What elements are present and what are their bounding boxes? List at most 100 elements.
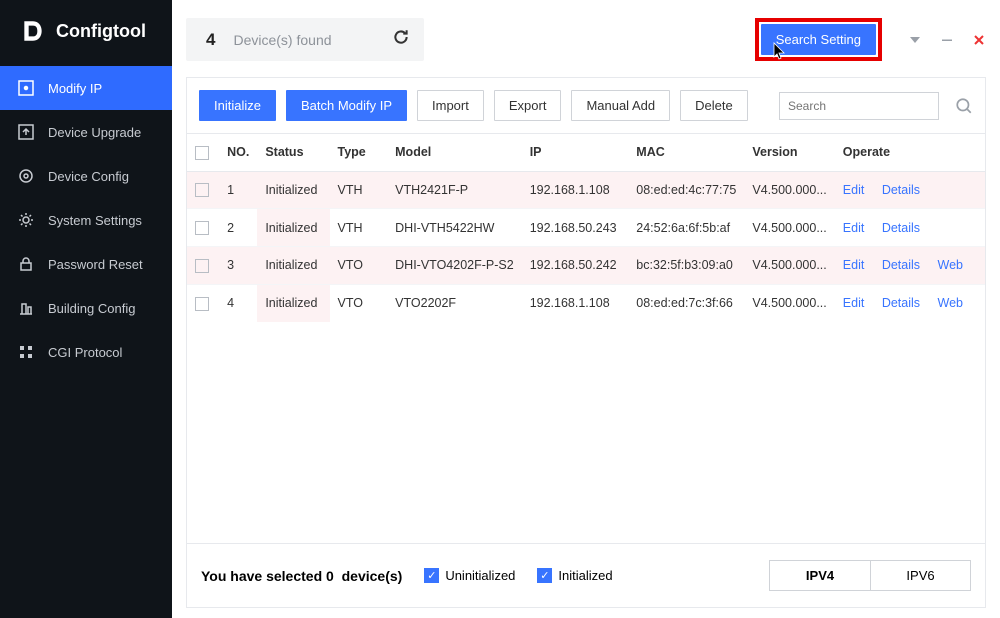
sidebar-item-modify-ip[interactable]: Modify IP <box>0 66 172 110</box>
cell-no: 1 <box>219 171 257 209</box>
sidebar-item-label: Building Config <box>48 301 135 316</box>
edit-link[interactable]: Edit <box>843 258 865 272</box>
initialize-button[interactable]: Initialize <box>199 90 276 121</box>
sidebar-item-system-settings[interactable]: System Settings <box>0 198 172 242</box>
cell-ip: 192.168.1.108 <box>522 284 629 321</box>
upgrade-icon <box>18 124 34 140</box>
sidebar-item-building-config[interactable]: Building Config <box>0 286 172 330</box>
row-checkbox[interactable] <box>195 221 209 235</box>
row-checkbox[interactable] <box>195 297 209 311</box>
table-row: 4 Initialized VTO VTO2202F 192.168.1.108… <box>187 284 985 321</box>
footer-bar: You have selected 0 device(s) ✓ Uninitia… <box>186 544 986 608</box>
edit-link[interactable]: Edit <box>843 183 865 197</box>
topbar: 4 Device(s) found Search Setting <box>186 18 986 61</box>
grid-icon <box>18 344 34 360</box>
table-header-row: NO. Status Type Model IP MAC Version Ope… <box>187 134 985 171</box>
col-header-no: NO. <box>219 134 257 171</box>
close-icon[interactable] <box>972 33 986 47</box>
manual-add-button[interactable]: Manual Add <box>571 90 670 121</box>
cell-ip: 192.168.50.242 <box>522 247 629 285</box>
col-header-type: Type <box>330 134 388 171</box>
cell-no: 2 <box>219 209 257 247</box>
batch-modify-ip-button[interactable]: Batch Modify IP <box>286 90 407 121</box>
cell-model: VTH2421F-P <box>387 171 522 209</box>
lock-icon <box>18 256 34 272</box>
cell-type: VTO <box>330 284 388 321</box>
cell-status: Initialized <box>257 247 329 285</box>
cell-version: V4.500.000... <box>744 171 834 209</box>
details-link[interactable]: Details <box>882 258 920 272</box>
gear-icon <box>18 212 34 228</box>
cell-status: Initialized <box>257 284 329 321</box>
sidebar-item-device-upgrade[interactable]: Device Upgrade <box>0 110 172 154</box>
cell-status: Initialized <box>257 209 329 247</box>
sidebar-item-password-reset[interactable]: Password Reset <box>0 242 172 286</box>
cell-ip: 192.168.50.243 <box>522 209 629 247</box>
cell-operate: Edit Details <box>835 171 985 209</box>
web-link[interactable]: Web <box>938 296 963 310</box>
import-button[interactable]: Import <box>417 90 484 121</box>
cell-mac: bc:32:5f:b3:09:a0 <box>628 247 744 285</box>
legend-uninitialized[interactable]: ✓ Uninitialized <box>424 568 515 583</box>
search-icon[interactable] <box>955 97 973 115</box>
select-all-checkbox[interactable] <box>195 146 209 160</box>
sidebar: Configtool Modify IP Device Upgrade Devi… <box>0 0 172 618</box>
device-count-panel: 4 Device(s) found <box>186 18 424 61</box>
filter-dropdown-icon[interactable] <box>908 33 922 47</box>
search-setting-button[interactable]: Search Setting <box>761 24 876 55</box>
search-setting-highlight: Search Setting <box>755 18 882 61</box>
device-count-label: Device(s) found <box>233 32 331 48</box>
sidebar-item-label: Password Reset <box>48 257 143 272</box>
ipv4-toggle[interactable]: IPV4 <box>770 561 870 590</box>
export-button[interactable]: Export <box>494 90 562 121</box>
logo-icon <box>20 18 46 44</box>
cell-mac: 24:52:6a:6f:5b:af <box>628 209 744 247</box>
window-controls <box>908 33 986 47</box>
cell-no: 3 <box>219 247 257 285</box>
refresh-icon[interactable] <box>392 28 410 51</box>
cell-version: V4.500.000... <box>744 247 834 285</box>
web-link[interactable]: Web <box>938 258 963 272</box>
row-checkbox[interactable] <box>195 259 209 273</box>
table-row: 2 Initialized VTH DHI-VTH5422HW 192.168.… <box>187 209 985 247</box>
cell-operate: Edit Details <box>835 209 985 247</box>
app-logo-row: Configtool <box>0 0 172 66</box>
cell-type: VTO <box>330 247 388 285</box>
config-icon <box>18 168 34 184</box>
cell-mac: 08:ed:ed:7c:3f:66 <box>628 284 744 321</box>
col-header-operate: Operate <box>835 134 985 171</box>
cell-model: DHI-VTO4202F-P-S2 <box>387 247 522 285</box>
device-count: 4 <box>200 30 221 50</box>
checkbox-checked-icon: ✓ <box>537 568 552 583</box>
minimize-icon[interactable] <box>940 33 954 47</box>
cell-ip: 192.168.1.108 <box>522 171 629 209</box>
col-header-ip: IP <box>522 134 629 171</box>
table-row: 3 Initialized VTO DHI-VTO4202F-P-S2 192.… <box>187 247 985 285</box>
edit-link[interactable]: Edit <box>843 296 865 310</box>
cell-version: V4.500.000... <box>744 209 834 247</box>
cell-no: 4 <box>219 284 257 321</box>
delete-button[interactable]: Delete <box>680 90 748 121</box>
ipv6-toggle[interactable]: IPV6 <box>870 561 970 590</box>
col-header-model: Model <box>387 134 522 171</box>
sidebar-nav: Modify IP Device Upgrade Device Config S… <box>0 66 172 374</box>
col-header-version: Version <box>744 134 834 171</box>
legend-initialized[interactable]: ✓ Initialized <box>537 568 612 583</box>
selection-summary: You have selected 0 device(s) <box>201 568 402 584</box>
cell-version: V4.500.000... <box>744 284 834 321</box>
search-input[interactable] <box>779 92 939 120</box>
device-table-container: NO. Status Type Model IP MAC Version Ope… <box>186 133 986 544</box>
ip-version-toggle: IPV4 IPV6 <box>769 560 971 591</box>
toolbar: Initialize Batch Modify IP Import Export… <box>186 77 986 133</box>
sidebar-item-label: System Settings <box>48 213 142 228</box>
cell-operate: Edit Details Web <box>835 284 985 321</box>
details-link[interactable]: Details <box>882 221 920 235</box>
row-checkbox[interactable] <box>195 183 209 197</box>
sidebar-item-cgi-protocol[interactable]: CGI Protocol <box>0 330 172 374</box>
details-link[interactable]: Details <box>882 183 920 197</box>
details-link[interactable]: Details <box>882 296 920 310</box>
checkbox-checked-icon: ✓ <box>424 568 439 583</box>
sidebar-item-device-config[interactable]: Device Config <box>0 154 172 198</box>
col-header-mac: MAC <box>628 134 744 171</box>
edit-link[interactable]: Edit <box>843 221 865 235</box>
